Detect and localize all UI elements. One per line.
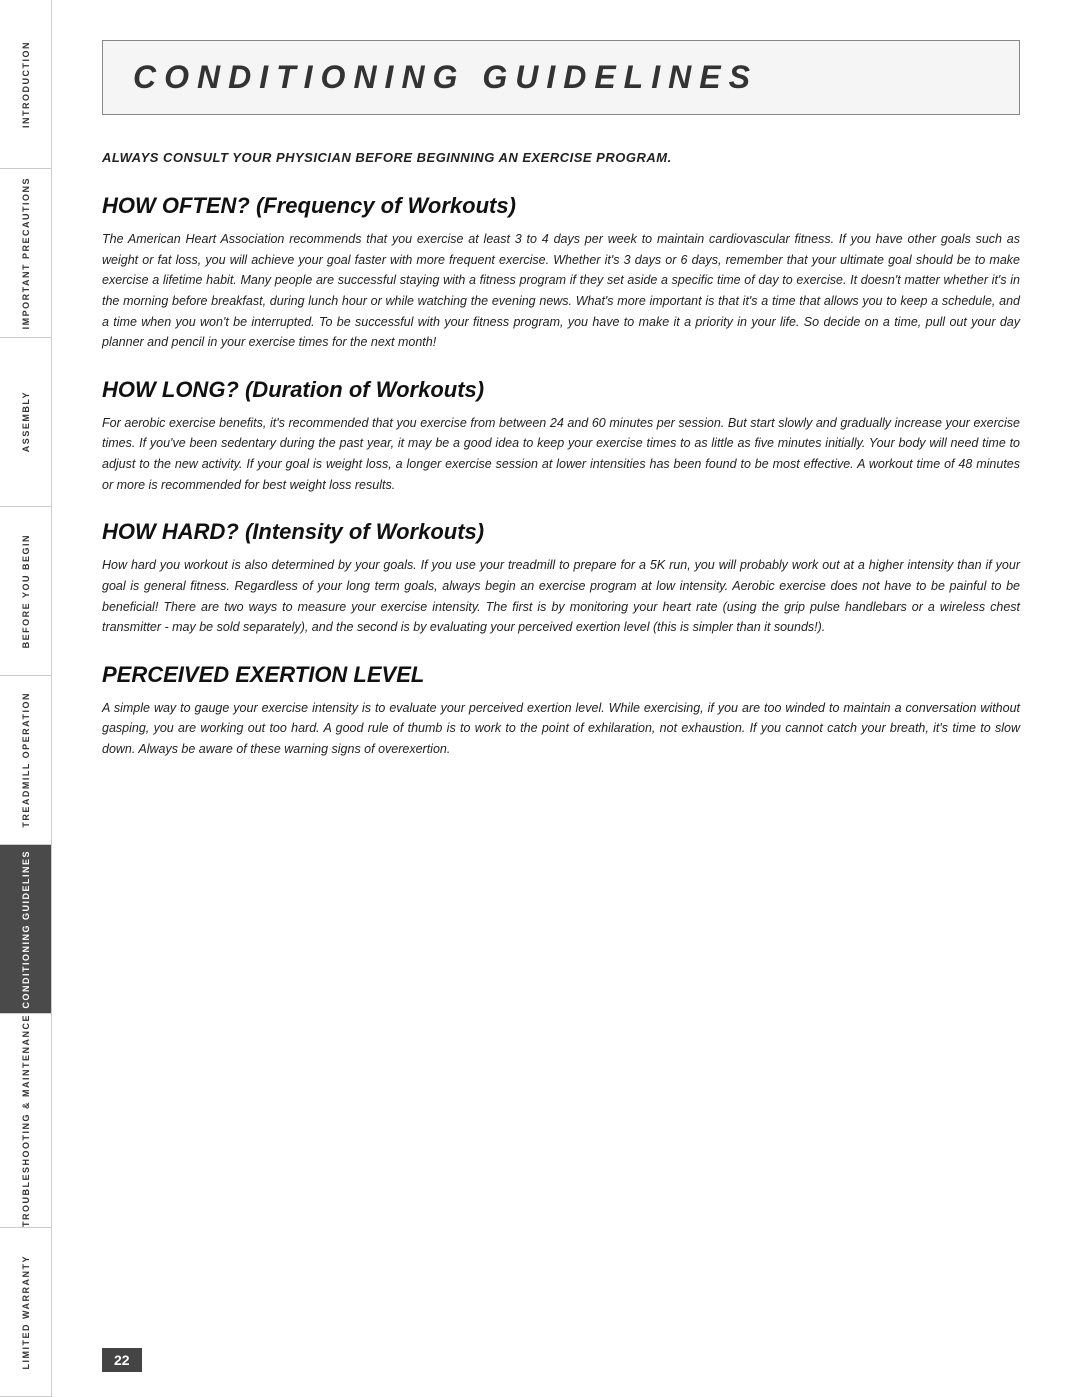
page-title: CONDITIONING GUIDELINES <box>133 59 989 96</box>
sidebar-item-conditioning-guidelines[interactable]: CONDITIONING GUIDELINES <box>0 845 51 1014</box>
sidebar: INTRODUCTION IMPORTANT PRECAUTIONS ASSEM… <box>0 0 52 1397</box>
sidebar-label-troubleshooting: TROUBLESHOOTING & MAINTENANCE <box>21 1014 31 1227</box>
section-perceived-exertion: PERCEIVED EXERTION LEVEL A simple way to… <box>102 662 1020 760</box>
section-body-how-often: The American Heart Association recommend… <box>102 229 1020 353</box>
sidebar-label-treadmill-operation: TREADMILL OPERATION <box>21 692 31 828</box>
section-how-hard: HOW HARD? (Intensity of Workouts) How ha… <box>102 519 1020 638</box>
title-box: CONDITIONING GUIDELINES <box>102 40 1020 115</box>
section-how-often: HOW OFTEN? (Frequency of Workouts) The A… <box>102 193 1020 353</box>
sidebar-label-assembly: ASSEMBLY <box>21 391 31 452</box>
section-heading-perceived-exertion: PERCEIVED EXERTION LEVEL <box>102 662 1020 688</box>
main-content: CONDITIONING GUIDELINES ALWAYS CONSULT Y… <box>52 0 1080 1397</box>
sidebar-label-introduction: INTRODUCTION <box>21 41 31 128</box>
section-body-perceived-exertion: A simple way to gauge your exercise inte… <box>102 698 1020 760</box>
section-heading-how-hard: HOW HARD? (Intensity of Workouts) <box>102 519 1020 545</box>
section-how-long: HOW LONG? (Duration of Workouts) For aer… <box>102 377 1020 496</box>
sidebar-label-conditioning-guidelines: CONDITIONING GUIDELINES <box>21 850 31 1009</box>
sidebar-item-warranty[interactable]: LIMITED WARRANTY <box>0 1228 51 1397</box>
section-body-how-long: For aerobic exercise benefits, it's reco… <box>102 413 1020 496</box>
consult-notice: ALWAYS CONSULT YOUR PHYSICIAN BEFORE BEG… <box>102 150 1020 165</box>
sidebar-item-before-you-begin[interactable]: BEFORE YOU BEGIN <box>0 507 51 676</box>
section-body-how-hard: How hard you workout is also determined … <box>102 555 1020 638</box>
section-heading-how-long: HOW LONG? (Duration of Workouts) <box>102 377 1020 403</box>
sidebar-label-warranty: LIMITED WARRANTY <box>21 1255 31 1370</box>
sidebar-item-precautions[interactable]: IMPORTANT PRECAUTIONS <box>0 169 51 338</box>
sidebar-label-precautions: IMPORTANT PRECAUTIONS <box>21 177 31 329</box>
sidebar-label-before-you-begin: BEFORE YOU BEGIN <box>21 534 31 648</box>
sidebar-item-assembly[interactable]: ASSEMBLY <box>0 338 51 507</box>
sidebar-item-treadmill-operation[interactable]: TREADMILL OPERATION <box>0 676 51 845</box>
section-heading-how-often: HOW OFTEN? (Frequency of Workouts) <box>102 193 1020 219</box>
sidebar-item-introduction[interactable]: INTRODUCTION <box>0 0 51 169</box>
page-number: 22 <box>102 1348 142 1372</box>
sidebar-item-troubleshooting[interactable]: TROUBLESHOOTING & MAINTENANCE <box>0 1014 51 1228</box>
